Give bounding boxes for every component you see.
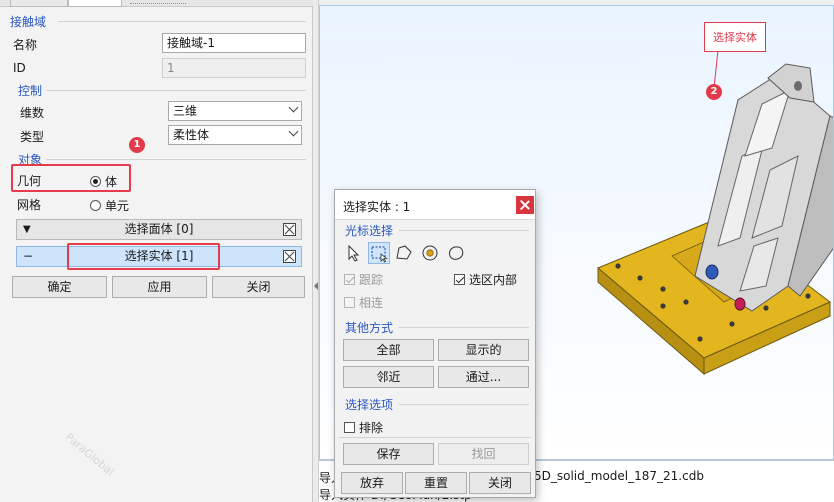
id-input: 1 xyxy=(162,58,306,78)
checkbox-checked-icon xyxy=(344,274,355,285)
geometry-body-option: 体 xyxy=(105,175,118,189)
apply-button[interactable]: 应用 xyxy=(112,276,207,298)
watermark-text: ParaGlobal xyxy=(62,430,117,479)
select-through-button[interactable]: 通过... xyxy=(438,366,529,388)
restore-button: 找回 xyxy=(438,443,529,465)
close-button[interactable]: 关闭 xyxy=(212,276,305,298)
section-divider xyxy=(399,404,529,405)
select-adjacent-button[interactable]: 邻近 xyxy=(343,366,434,388)
geometry-label: 几何 xyxy=(17,174,42,188)
tab-properties[interactable] xyxy=(68,0,122,7)
panel-tab-strip xyxy=(0,0,313,7)
collapse-arrow-icon[interactable] xyxy=(314,282,318,290)
box-select-tool[interactable] xyxy=(368,242,390,264)
highlight-select-solid xyxy=(67,243,220,270)
section-divider xyxy=(46,159,306,160)
radio-unchecked-icon xyxy=(90,200,101,211)
contact-domain-section-title: 接触域 xyxy=(10,15,47,29)
mesh-element-radio[interactable]: 单元 xyxy=(90,197,129,214)
ok-button[interactable]: 确定 xyxy=(12,276,107,298)
lasso-select-icon[interactable] xyxy=(445,242,467,264)
select-all-button[interactable]: 全部 xyxy=(343,339,434,361)
reset-button[interactable]: 重置 xyxy=(405,472,467,494)
track-label: 跟踪 xyxy=(359,273,384,287)
type-value: 柔性体 xyxy=(173,128,210,142)
in-region-label: 选区内部 xyxy=(469,273,518,287)
control-section-title: 控制 xyxy=(18,84,43,98)
section-divider xyxy=(46,90,306,91)
section-divider xyxy=(399,327,529,328)
geometry-body-radio[interactable]: 体 xyxy=(90,173,117,190)
checkbox-unchecked-icon xyxy=(344,297,355,308)
select-visible-button[interactable]: 显示的 xyxy=(438,339,529,361)
name-input[interactable]: 接触域-1 xyxy=(162,33,306,53)
target-select-icon[interactable] xyxy=(419,242,441,264)
abort-button[interactable]: 放弃 xyxy=(341,472,403,494)
exclude-label: 排除 xyxy=(359,421,384,435)
pin-red xyxy=(734,297,746,311)
tab-grip[interactable] xyxy=(130,3,186,4)
clear-selection-icon[interactable] xyxy=(283,223,296,236)
close-icon[interactable] xyxy=(516,196,534,214)
save-button[interactable]: 保存 xyxy=(343,443,434,465)
connected-label: 相连 xyxy=(359,296,384,310)
in-region-checkbox[interactable]: 选区内部 xyxy=(454,271,517,288)
name-label: 名称 xyxy=(13,38,38,52)
tab-settings[interactable] xyxy=(10,0,68,7)
chevron-down-icon xyxy=(288,126,299,137)
section-divider xyxy=(58,21,306,22)
select-face-label: 选择面体 [0] xyxy=(124,222,194,236)
clear-selection-icon[interactable] xyxy=(283,250,296,263)
type-label: 类型 xyxy=(20,130,45,144)
dialog-close-button[interactable]: 关闭 xyxy=(469,472,531,494)
dimension-label: 维数 xyxy=(20,106,45,120)
pointer-select-icon[interactable] xyxy=(343,242,365,264)
ear-hole xyxy=(794,81,802,91)
property-panel: 接触域 名称 接触域-1 ID 1 控制 维数 三维 类型 柔性体 1 对象 几… xyxy=(0,0,313,502)
select-face-bar[interactable]: ▼ 选择面体 [0] xyxy=(16,219,302,240)
type-select[interactable]: 柔性体 xyxy=(168,125,302,145)
select-solid-callout: 选择实体 xyxy=(704,22,766,52)
section-divider xyxy=(339,437,531,438)
collapse-minus-icon: − xyxy=(23,249,34,263)
cursor-select-section-title: 光标选择 xyxy=(345,224,394,238)
dimension-select[interactable]: 三维 xyxy=(168,101,302,121)
dialog-titlebar[interactable]: 选择实体 : 1 xyxy=(335,190,535,220)
id-label: ID xyxy=(13,61,26,75)
connected-checkbox: 相连 xyxy=(344,294,383,311)
mesh-element-option: 单元 xyxy=(105,199,130,213)
chevron-down-icon xyxy=(288,102,299,113)
select-solid-dialog: 选择实体 : 1 光标选择 跟踪 选区内部 相连 其他方式 全部 显示的 邻近 … xyxy=(334,189,536,498)
exclude-checkbox[interactable]: 排除 xyxy=(344,419,383,436)
track-checkbox: 跟踪 xyxy=(344,271,383,288)
box-select-icon xyxy=(371,246,388,263)
dimension-value: 三维 xyxy=(173,104,198,118)
checkbox-checked-icon xyxy=(454,274,465,285)
step-badge-1: 1 xyxy=(129,137,145,153)
step-badge-2: 2 xyxy=(706,84,722,100)
other-methods-section-title: 其他方式 xyxy=(345,321,394,335)
section-divider xyxy=(399,230,529,231)
select-options-section-title: 选择选项 xyxy=(345,398,394,412)
pin-blue xyxy=(705,264,719,280)
log-line-1-suffix: 5D_solid_model_187_21.cdb xyxy=(534,469,704,483)
mesh-label: 网格 xyxy=(17,198,42,212)
polygon-select-icon[interactable] xyxy=(393,242,415,264)
callout-leader xyxy=(713,49,719,89)
expand-triangle-icon: ▼ xyxy=(23,224,31,235)
radio-checked-icon xyxy=(90,176,101,187)
dialog-title: 选择实体 : 1 xyxy=(343,200,411,214)
checkbox-unchecked-icon xyxy=(344,422,355,433)
